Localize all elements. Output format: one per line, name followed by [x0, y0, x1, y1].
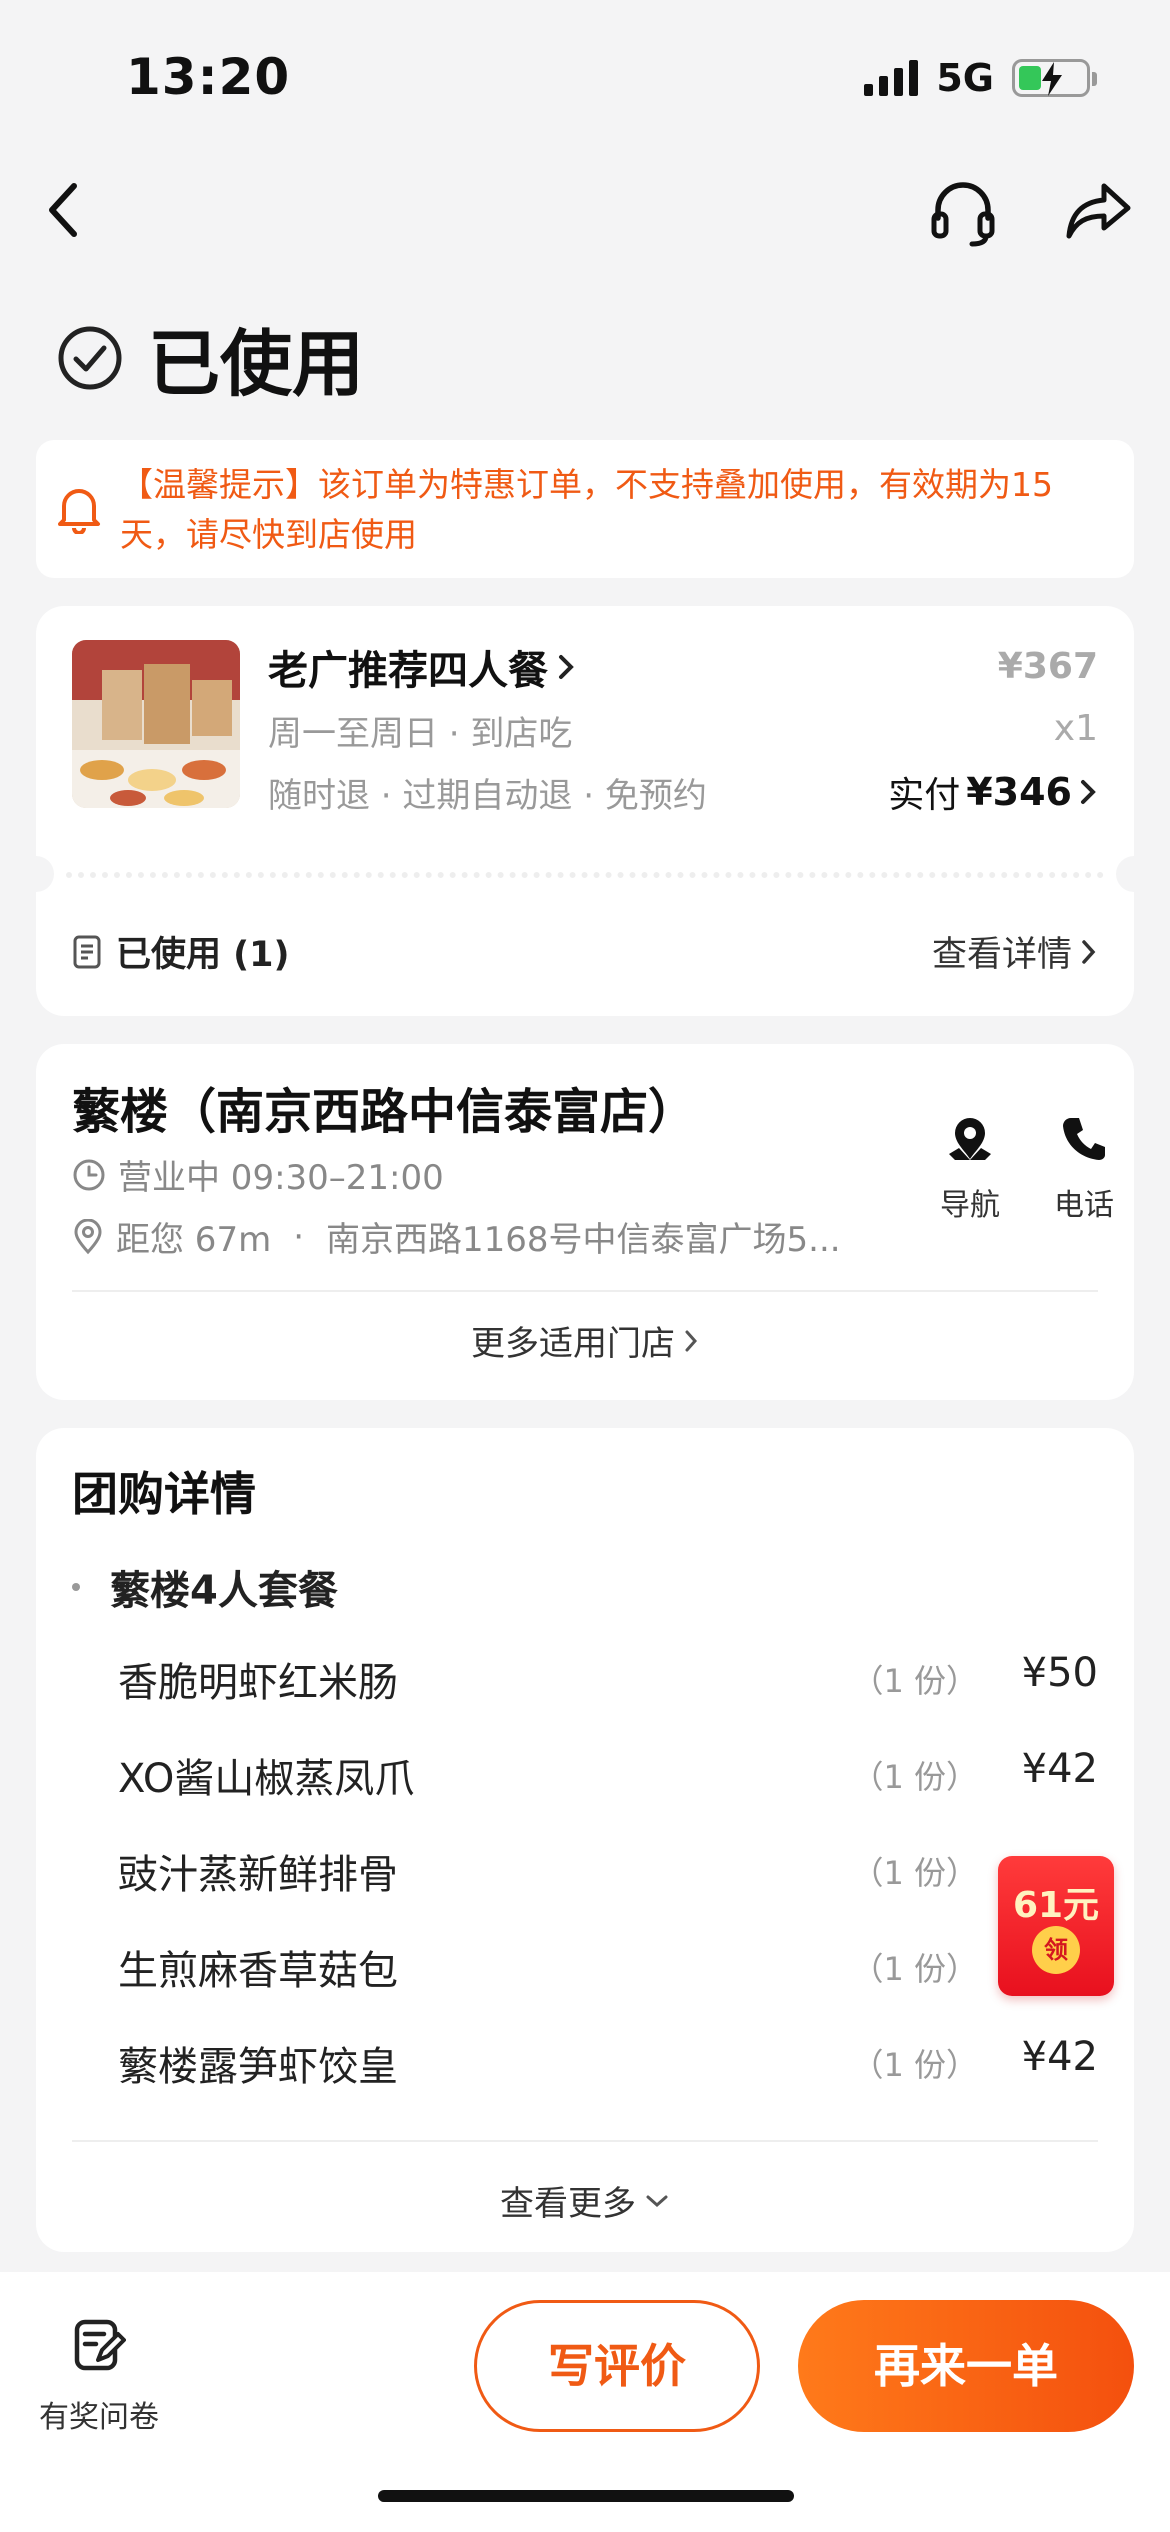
- bell-icon: [58, 489, 100, 534]
- store-name[interactable]: 蘩楼（南京西路中信泰富店）: [72, 1072, 696, 1142]
- item-name: 生煎麻香草菇包: [118, 1948, 398, 1994]
- notice-text: 【温馨提示】该订单为特惠订单，不支持叠加使用，有效期为15天，请尽快到店使用: [120, 465, 1053, 554]
- clock-icon: [73, 1159, 105, 1190]
- write-review-button[interactable]: 写评价: [474, 2300, 760, 2432]
- chevron-down-icon: [646, 2195, 668, 2207]
- page-title: 已使用: [148, 322, 365, 406]
- survey-label: 有奖问卷: [39, 2400, 159, 2435]
- item-quantity: （1 份）: [851, 1854, 978, 1892]
- paid-label: 实付: [888, 775, 961, 816]
- status-icons: 5G: [864, 56, 1097, 100]
- red-packet-claim: 领: [1032, 1926, 1080, 1974]
- survey-edit-icon: [74, 2319, 126, 2371]
- document-icon: [73, 935, 101, 968]
- store-hours-text: 营业中 09:30–21:00: [118, 1158, 444, 1198]
- product-name-text: 老广推荐四人餐: [268, 648, 548, 694]
- item-price: ¥42: [1021, 2034, 1098, 2080]
- network-label: 5G: [936, 56, 994, 100]
- red-packet-coupon[interactable]: 61元 领: [998, 1856, 1114, 1996]
- product-subtitle-policy: 随时退 · 过期自动退 · 免预约: [268, 776, 707, 816]
- navigate-label: 导航: [940, 1188, 1000, 1223]
- used-status: 已使用 (1): [72, 926, 290, 977]
- order-card: 老广推荐四人餐 周一至周日 · 到店吃 随时退 · 过期自动退 · 免预约 ¥3…: [18, 606, 1152, 1016]
- customer-service-icon[interactable]: [928, 178, 998, 252]
- product-thumbnail[interactable]: [72, 640, 240, 808]
- deal-item: 豉汁蒸新鲜排骨 （1 份）: [118, 1842, 1098, 1902]
- deal-title: 团购详情: [72, 1467, 256, 1521]
- red-packet-amount: 61元: [1012, 1885, 1100, 1926]
- original-price: ¥367: [997, 646, 1098, 687]
- store-separator: ·: [293, 1216, 305, 1257]
- call-label: 电话: [1054, 1188, 1114, 1223]
- check-circle-icon: [58, 326, 122, 389]
- item-quantity: （1 份）: [851, 1758, 978, 1796]
- signal-icon: [864, 60, 919, 96]
- item-quantity: （1 份）: [851, 2046, 978, 2084]
- view-details-link[interactable]: 查看详情: [932, 926, 1098, 977]
- deal-item: XO酱山椒蒸凤爪 （1 份） ¥42: [118, 1746, 1098, 1806]
- item-name: 豉汁蒸新鲜排骨: [118, 1852, 398, 1898]
- paid-value: ¥346: [966, 770, 1072, 814]
- item-name: 香脆明虾红米肠: [118, 1660, 398, 1706]
- survey-button[interactable]: 有奖问卷: [34, 2318, 164, 2436]
- store-distance: 距您 67m: [116, 1220, 272, 1260]
- deal-divider: [72, 2140, 1098, 2142]
- store-address-text: 南京西路1168号中信泰富广场5...: [326, 1220, 841, 1260]
- store-divider: [72, 1290, 1098, 1292]
- nav-bar: [0, 160, 1170, 260]
- status-time: 13:20: [126, 48, 291, 106]
- share-icon[interactable]: [1064, 180, 1134, 248]
- battery-icon: [1012, 59, 1097, 97]
- item-quantity: （1 份）: [851, 1662, 978, 1700]
- page-title-row: 已使用: [56, 305, 364, 410]
- navigate-button[interactable]: 导航: [920, 1114, 1020, 1224]
- chevron-right-icon: [559, 655, 574, 679]
- deal-set-name: 蘩楼4人套餐: [72, 1558, 338, 1616]
- see-more-button[interactable]: 查看更多: [36, 2176, 1134, 2225]
- item-name: XO酱山椒蒸凤爪: [118, 1756, 415, 1802]
- chevron-right-icon: [1082, 939, 1096, 964]
- deal-details-card: 团购详情 蘩楼4人套餐 香脆明虾红米肠 （1 份） ¥50 XO酱山椒蒸凤爪 （…: [36, 1428, 1134, 2252]
- deal-item: 蘩楼露笋虾饺皇 （1 份） ¥42: [118, 2034, 1098, 2094]
- item-price: ¥50: [1021, 1650, 1098, 1696]
- item-name: 蘩楼露笋虾饺皇: [118, 2044, 398, 2090]
- item-quantity: （1 份）: [851, 1950, 978, 1988]
- quantity: x1: [1053, 708, 1098, 749]
- deal-item: 生煎麻香草菇包 （1 份）: [118, 1938, 1098, 1998]
- paid-amount[interactable]: 实付 ¥346: [888, 766, 1098, 818]
- deal-item: 香脆明虾红米肠 （1 份） ¥50: [118, 1650, 1098, 1710]
- back-icon[interactable]: [44, 182, 84, 242]
- see-more-text: 查看更多: [500, 2184, 636, 2224]
- location-pin-icon: [74, 1218, 102, 1254]
- store-card: 蘩楼（南京西路中信泰富店） 营业中 09:30–21:00 距您 67m · 南…: [36, 1044, 1134, 1400]
- view-details-text: 查看详情: [931, 935, 1072, 975]
- store-address: 距您 67m · 南京西路1168号中信泰富广场5...: [72, 1212, 892, 1261]
- more-stores-link[interactable]: 更多适用门店: [36, 1316, 1134, 1365]
- home-indicator: [378, 2490, 794, 2502]
- product-subtitle-schedule: 周一至周日 · 到店吃: [268, 714, 573, 754]
- navigation-pin-icon: [949, 1118, 991, 1160]
- item-price: ¥42: [1021, 1746, 1098, 1792]
- more-stores-text: 更多适用门店: [471, 1324, 675, 1364]
- call-button[interactable]: 电话: [1034, 1114, 1134, 1224]
- used-status-text: 已使用 (1): [116, 935, 290, 975]
- status-bar: 13:20 5G: [0, 0, 1170, 150]
- deal-set-text: 蘩楼4人套餐: [110, 1568, 338, 1614]
- product-name[interactable]: 老广推荐四人餐: [268, 638, 576, 696]
- chevron-right-icon: [685, 1330, 698, 1351]
- ticket-perforation: [18, 856, 1152, 892]
- reorder-button[interactable]: 再来一单: [798, 2300, 1134, 2432]
- store-hours: 营业中 09:30–21:00: [72, 1150, 444, 1199]
- notice-banner: 【温馨提示】该订单为特惠订单，不支持叠加使用，有效期为15天，请尽快到店使用: [36, 440, 1134, 578]
- bullet-dot: [72, 1583, 80, 1591]
- phone-icon: [1063, 1118, 1105, 1160]
- chevron-right-icon: [1081, 780, 1096, 804]
